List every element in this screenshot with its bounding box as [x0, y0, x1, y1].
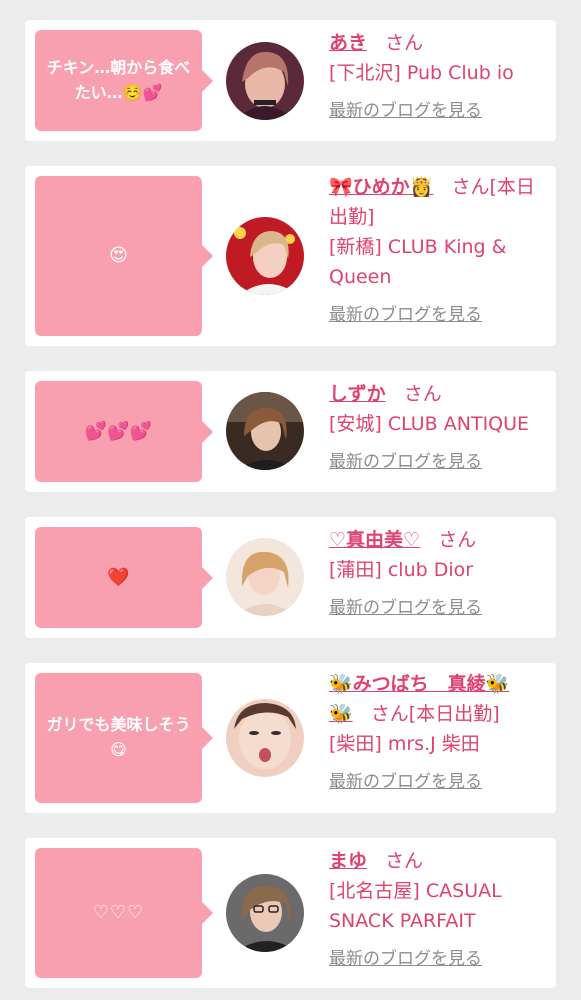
- comment-text: ❤️: [107, 566, 130, 588]
- latest-blog-link[interactable]: 最新のブログを見る: [329, 767, 482, 797]
- honorific-text: [420, 529, 438, 551]
- honorific-text: [353, 703, 371, 725]
- avatar[interactable]: [226, 217, 304, 295]
- card-info: 🐝みつばち 真綾🐝🐝 さん[本日出勤] [柴田] mrs.J 柴田 最新のブログ…: [329, 669, 551, 797]
- card-info: あき さん [下北沢] Pub Club io 最新のブログを見る: [329, 28, 551, 126]
- comment-text: ガリでも美味しそう😋: [46, 715, 191, 759]
- honorific-text: [367, 32, 385, 54]
- card-info: まゆ さん [北名古屋] CASUAL SNACK PARFAIT 最新のブログ…: [329, 846, 551, 974]
- avatar-image: [226, 42, 304, 120]
- comment-bubble: チキン…朝から食べたい…☺️💕: [35, 30, 213, 131]
- latest-blog-link[interactable]: 最新のブログを見る: [329, 944, 482, 974]
- blog-card[interactable]: ❤️ ♡真由美♡ さん [蒲田] club Dior 最新のブログを見る: [25, 517, 556, 638]
- avatar-image: [226, 392, 304, 470]
- honorific-text: さん[本日出勤]: [370, 703, 500, 725]
- shop-name: [下北沢] Pub Club io: [329, 62, 514, 84]
- avatar[interactable]: [226, 392, 304, 470]
- cast-name-link[interactable]: ♡真由美♡: [329, 529, 420, 551]
- latest-blog-link[interactable]: 最新のブログを見る: [329, 593, 482, 623]
- blog-card[interactable]: ガリでも美味しそう😋 🐝みつばち 真綾🐝🐝 さん[本日出勤] [柴田] mrs.…: [25, 663, 556, 813]
- comment-bubble: 💕💕💕: [35, 381, 213, 482]
- honorific-text: [386, 383, 404, 405]
- avatar-image: [226, 217, 304, 295]
- card-info: しずか さん [安城] CLUB ANTIQUE 最新のブログを見る: [329, 379, 551, 477]
- cast-name-link[interactable]: 🎀ひめか👸: [329, 176, 433, 198]
- latest-blog-link[interactable]: 最新のブログを見る: [329, 300, 482, 330]
- avatar[interactable]: [226, 42, 304, 120]
- comment-bubble: ❤️: [35, 527, 213, 628]
- shop-name: [蒲田] club Dior: [329, 559, 474, 581]
- cast-name-link[interactable]: まゆ: [329, 850, 367, 872]
- avatar-image: [226, 538, 304, 616]
- honorific-text: [367, 850, 385, 872]
- comment-text: チキン…朝から食べたい…☺️💕: [46, 57, 191, 102]
- honorific-text: さん: [403, 383, 442, 405]
- avatar[interactable]: [226, 538, 304, 616]
- card-info: 🎀ひめか👸 さん[本日出勤] [新橋] CLUB King & Queen 最新…: [329, 172, 551, 330]
- cast-name-link[interactable]: あき: [329, 32, 367, 54]
- honorific-text: さん: [385, 32, 424, 54]
- latest-blog-link[interactable]: 最新のブログを見る: [329, 96, 482, 126]
- comment-text: 😍: [109, 245, 128, 267]
- comment-bubble: ガリでも美味しそう😋: [35, 673, 213, 803]
- honorific-text: さん: [385, 850, 424, 872]
- blog-card[interactable]: ♡♡♡ まゆ さん [北名古屋] CASUAL SNACK PARFAIT 最新…: [25, 838, 556, 988]
- honorific-text: [433, 176, 451, 198]
- blog-feed-list: チキン…朝から食べたい…☺️💕 あき さん [下北沢] Pub Club io …: [0, 0, 581, 1000]
- card-info: ♡真由美♡ さん [蒲田] club Dior 最新のブログを見る: [329, 525, 551, 623]
- shop-name: [北名古屋] CASUAL SNACK PARFAIT: [329, 880, 502, 932]
- comment-text: 💕💕💕: [84, 420, 153, 442]
- comment-bubble: ♡♡♡: [35, 848, 213, 978]
- blog-card[interactable]: 💕💕💕 しずか さん [安城] CLUB ANTIQUE 最新のブログを見る: [25, 371, 556, 492]
- avatar-image: [226, 874, 304, 952]
- blog-card[interactable]: チキン…朝から食べたい…☺️💕 あき さん [下北沢] Pub Club io …: [25, 20, 556, 141]
- honorific-text: さん: [438, 529, 477, 551]
- shop-name: [新橋] CLUB King & Queen: [329, 236, 507, 288]
- cast-name-link[interactable]: しずか: [329, 383, 386, 405]
- blog-card[interactable]: 😍 🎀ひめか👸 さん[本日出勤] [新橋] CLUB King & Queen …: [25, 166, 556, 346]
- avatar-image: [226, 699, 304, 777]
- avatar[interactable]: [226, 699, 304, 777]
- avatar[interactable]: [226, 874, 304, 952]
- shop-name: [安城] CLUB ANTIQUE: [329, 413, 530, 435]
- shop-name: [柴田] mrs.J 柴田: [329, 733, 480, 755]
- latest-blog-link[interactable]: 最新のブログを見る: [329, 447, 482, 477]
- comment-bubble: 😍: [35, 176, 213, 336]
- comment-text: ♡♡♡: [92, 902, 145, 924]
